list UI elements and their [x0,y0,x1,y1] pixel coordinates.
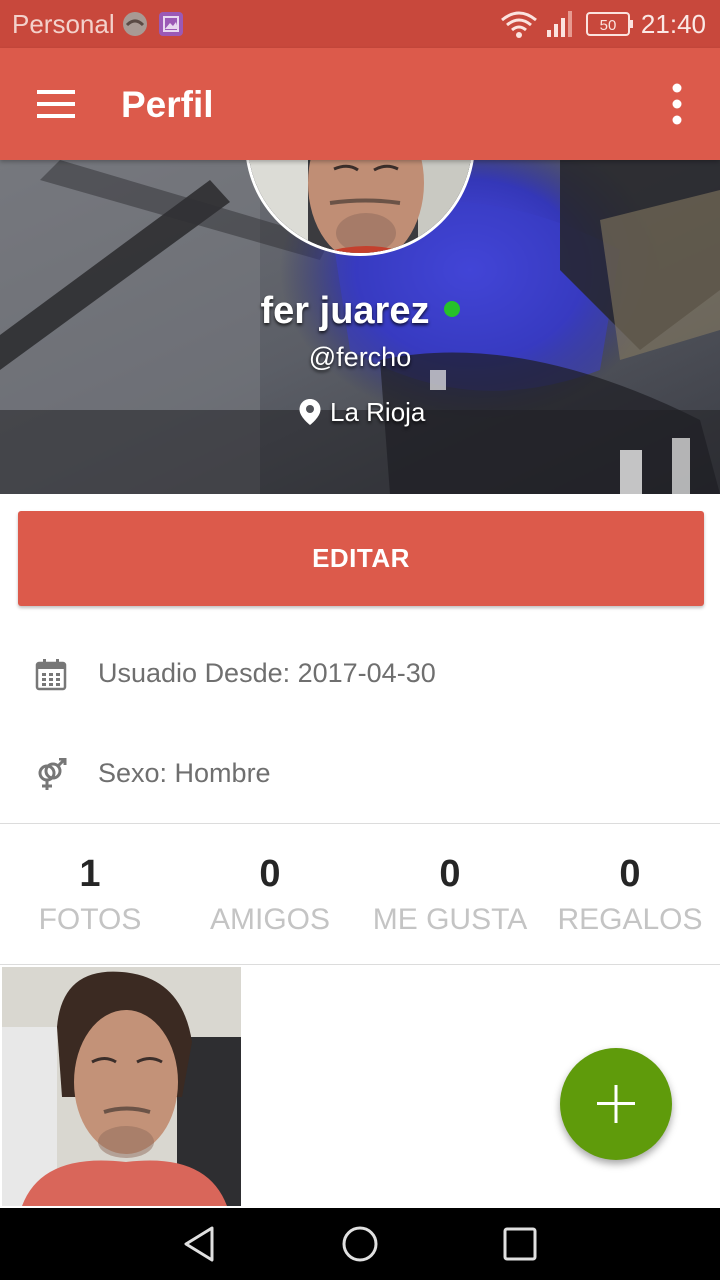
divider [0,823,720,824]
online-status-indicator [444,301,460,317]
clock: 21:40 [640,9,706,39]
stat-label: ME GUSTA [372,903,528,936]
stat-value: 0 [619,853,641,895]
menu-icon[interactable] [30,82,82,126]
battery-icon: 50 [586,12,633,36]
add-photo-button[interactable] [560,1048,672,1160]
stat-me-gusta[interactable]: 0 ME GUSTA [360,850,540,942]
member-since-text: Usuadio Desde: 2017-04-30 [98,658,436,688]
stat-label: REGALOS [557,903,703,936]
stat-value: 1 [79,853,101,895]
wifi-icon [501,11,537,38]
stat-value: 0 [259,853,281,895]
status-bar: Personal 50 21:40 [0,0,720,48]
location-pin-icon [299,399,321,425]
gender-icon [38,758,67,790]
home-icon[interactable] [338,1222,382,1266]
sex-text: Sexo: Hombre [98,758,271,788]
profile-name: fer juarez [260,290,430,332]
stat-label: AMIGOS [209,903,330,936]
edit-button-label: EDITAR [312,543,410,573]
plus-icon [597,1085,635,1123]
app-toolbar: Perfil [0,48,720,160]
notification-avatar-icon [123,12,147,36]
edit-profile-button[interactable]: EDITAR [18,511,704,606]
stat-regalos[interactable]: 0 REGALOS [540,850,720,942]
more-vert-icon[interactable] [660,80,694,128]
carrier-label: Personal [12,9,115,39]
gallery-notification-icon [159,12,183,36]
stat-amigos[interactable]: 0 AMIGOS [180,850,360,942]
battery-level: 50 [600,17,617,34]
stat-label: FOTOS [38,903,142,936]
recents-icon[interactable] [498,1222,542,1266]
page-title: Perfil [121,84,214,125]
stat-fotos[interactable]: 1 FOTOS [0,850,180,942]
profile-screen: Personal 50 21:40 Perfil fer juarez @fer… [0,0,720,1280]
sex-row: Sexo: Hombre [0,744,720,804]
back-icon[interactable] [178,1222,222,1266]
calendar-icon [35,659,67,691]
photo-thumbnail[interactable] [2,967,241,1206]
member-since-row: Usuadio Desde: 2017-04-30 [0,644,720,704]
profile-username: @fercho [308,342,412,372]
profile-cover: fer juarez @fercho La Rioja [0,160,720,494]
divider [0,964,720,965]
stat-value: 0 [439,853,461,895]
location-row: La Rioja [298,396,425,428]
profile-location: La Rioja [330,396,426,427]
system-navigation-bar [0,1208,720,1280]
photo-image [2,967,241,1206]
signal-icon [547,11,572,37]
